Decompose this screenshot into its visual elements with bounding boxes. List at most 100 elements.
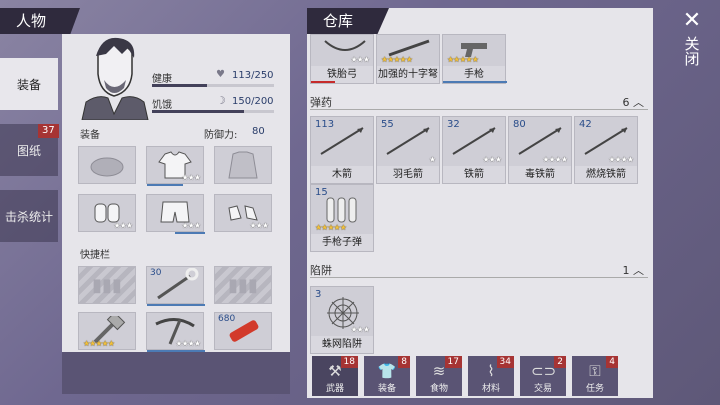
heart-icon: ♥ <box>216 69 225 80</box>
hunger-value: 150/200 <box>232 96 274 107</box>
category-badge: 4 <box>606 356 618 368</box>
item-ammo-0[interactable]: 113 木箭 <box>310 116 374 184</box>
pickaxe-stars: ★★★★ <box>175 339 201 348</box>
category-tab-2[interactable]: 17 ≋ 食物 <box>416 356 462 396</box>
item-pistol[interactable]: ★★★★★ 手枪 <box>442 34 507 84</box>
tab-kills-label: 击杀统计 <box>4 209 53 224</box>
arrow-icon <box>584 127 628 155</box>
equip-slot-pants[interactable]: ★★★ <box>146 194 205 234</box>
trap-label: 陷阱 <box>310 264 332 277</box>
character-panel-footer <box>62 352 290 394</box>
ammo-name-0: 木箭 <box>311 166 373 183</box>
ammo-stars-4: ★★★★ <box>608 155 634 164</box>
pants-durability <box>175 232 205 234</box>
quick-slot-1[interactable]: ▮▮▮ <box>78 266 136 304</box>
category-label: 食物 <box>429 384 448 394</box>
category-tab-5[interactable]: 4 ⚿ 任务 <box>572 356 618 396</box>
item-ammo-2[interactable]: 32 ★★★ 铁箭 <box>442 116 506 184</box>
ammo-category-header[interactable]: 弹药 6 ︿ <box>310 94 648 110</box>
ammo-stars-5: ★★★★★ <box>315 223 347 232</box>
tab-equip-label: 装备 <box>16 77 41 92</box>
ammo-art <box>315 191 369 227</box>
trap-count-toggle[interactable]: 1 ︿ <box>623 262 645 278</box>
category-badge: 2 <box>554 356 566 368</box>
item-spider-trap[interactable]: 3 ★★★ 蛛网陷阱 <box>310 286 374 354</box>
health-bar-fill <box>152 84 207 87</box>
equip-slot-body[interactable]: ★★★ <box>146 146 204 186</box>
quick-slot-5[interactable]: ★★★★ <box>146 312 205 352</box>
item-ammo-1[interactable]: 55 ★ 羽毛箭 <box>376 116 440 184</box>
locked-slot-icon: ▮▮▮ <box>92 274 122 296</box>
ammo-count-toggle[interactable]: 6 ︿ <box>623 94 645 110</box>
tab-blueprint[interactable]: 37 图纸 <box>0 124 59 176</box>
trade-icon: ⊂⊃ <box>531 362 557 380</box>
equip-slot-shoes[interactable]: ★★★ <box>214 194 272 232</box>
jacket-icon <box>228 151 258 179</box>
dynamite-count: 680 <box>218 314 236 324</box>
hammer-stars: ★★★★★ <box>83 339 115 348</box>
hook-count: 30 <box>150 268 162 278</box>
arrow-icon <box>452 127 496 155</box>
spiderweb-icon <box>327 297 359 329</box>
category-label: 交易 <box>533 384 552 394</box>
tab-equip[interactable]: 装备 <box>0 58 58 110</box>
category-badge: 8 <box>398 356 410 368</box>
cap-icon <box>90 157 124 177</box>
defense-value: 80 <box>252 126 265 137</box>
ammo-name-4: 燃烧铁箭 <box>575 166 637 183</box>
shirt-icon: 👕 <box>377 362 397 380</box>
hunger-bar-fill <box>152 110 244 113</box>
locked-slot-icon: ▮▮▮ <box>228 274 258 296</box>
item-ammo-4[interactable]: 42 ★★★★ 燃烧铁箭 <box>574 116 638 184</box>
arrow-icon <box>386 127 430 155</box>
arrow-icon <box>320 127 364 155</box>
trap-count: 1 <box>622 264 630 277</box>
ammo-name-2: 铁箭 <box>443 166 505 183</box>
bullets-icon <box>326 197 357 223</box>
trap-category-header[interactable]: 陷阱 1 ︿ <box>310 262 648 278</box>
quick-slot-2[interactable]: 30 <box>146 266 205 306</box>
quickbar-label: 快捷栏 <box>80 250 110 261</box>
quick-slot-3[interactable]: ▮▮▮ <box>214 266 272 304</box>
hunger-bar <box>152 110 274 113</box>
arrow-icon <box>518 127 562 155</box>
category-tab-4[interactable]: 2 ⊂⊃ 交易 <box>520 356 566 396</box>
equip-slot-head[interactable] <box>78 146 136 184</box>
axe-icon: ⚒ <box>328 362 342 380</box>
chevron-up-icon: ︿ <box>633 264 644 277</box>
category-tab-3[interactable]: 34 ⌇ 材料 <box>468 356 514 396</box>
item-crossbow[interactable]: ★★★★★ 加强的十字弩 <box>376 34 440 84</box>
key-icon: ⚿ <box>589 362 601 380</box>
ammo-count: 6 <box>622 96 630 109</box>
category-label: 武器 <box>325 384 344 394</box>
hunger-label: 饥饿 <box>152 100 172 111</box>
equip-slot-gloves[interactable]: ★★★ <box>78 194 136 232</box>
warehouse-title-text: 仓库 <box>323 12 354 30</box>
close-button[interactable]: ✕ 关闭 <box>680 10 704 67</box>
ammo-stars-2: ★★★ <box>482 155 501 164</box>
category-tab-0[interactable]: 18 ⚒ 武器 <box>312 356 358 396</box>
equip-section-label: 装备 <box>80 130 100 141</box>
ammo-art <box>315 123 369 159</box>
character-title: 人物 <box>0 8 80 34</box>
gloves-stars: ★★★ <box>113 221 132 230</box>
item-ammo-5[interactable]: 15 ★★★★★ 手枪子弹 <box>310 184 374 252</box>
warehouse-title: 仓库 <box>307 8 389 34</box>
item-ammo-3[interactable]: 80 ★★★★ 毒铁箭 <box>508 116 572 184</box>
quick-slot-6[interactable]: 680 <box>214 312 272 350</box>
tab-kills[interactable]: 击杀统计 <box>0 190 58 242</box>
body-durability <box>147 184 183 186</box>
health-label: 健康 <box>152 74 172 85</box>
quick-slot-4[interactable]: ★★★★★ <box>78 312 136 350</box>
item-iron-bow[interactable]: ★★★ 铁胎弓 <box>310 34 374 84</box>
ammo-stars-1: ★ <box>428 155 436 164</box>
equip-slot-jacket[interactable] <box>214 146 272 184</box>
food-icon: ≋ <box>432 362 446 380</box>
ammo-name-5: 手枪子弹 <box>311 234 373 251</box>
pistol-durability <box>443 81 507 83</box>
pistol-stars: ★★★★★ <box>447 55 479 64</box>
character-portrait <box>78 34 150 120</box>
category-tab-1[interactable]: 8 👕 装备 <box>364 356 410 396</box>
material-icon: ⌇ <box>487 362 495 380</box>
ammo-stars-3: ★★★★ <box>542 155 568 164</box>
